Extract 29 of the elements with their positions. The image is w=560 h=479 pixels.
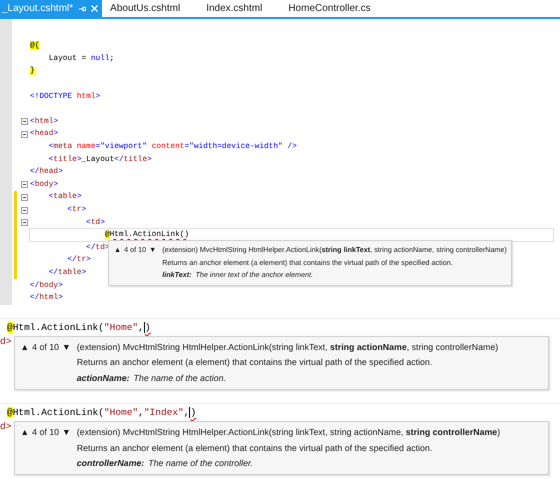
collapse-icon[interactable] <box>21 206 28 214</box>
previous-overload-button[interactable]: ▲ <box>20 340 30 356</box>
pin-icon[interactable] <box>78 4 86 12</box>
collapse-icon[interactable] <box>21 194 28 201</box>
parameter-description: The name of the controller. <box>148 456 254 470</box>
collapse-icon[interactable] <box>21 130 28 138</box>
code-line: @Html.ActionLink("Home",) <box>6 321 152 335</box>
close-icon[interactable] <box>91 5 98 12</box>
method-signature: (extension) MvcHtmlString HtmlHelper.ActionLink(string linkText, string actionName, string controllerName) <box>76 341 500 354</box>
method-description: Returns an anchor element (a element) that contains the virtual path of the specified action. <box>76 356 434 370</box>
method-description: Returns an anchor element (a element) that contains the virtual path of the specified action. <box>76 442 434 455</box>
file-tab[interactable]: HomeController.cs <box>284 0 375 17</box>
method-signature: (extension) MvcHtmlString HtmlHelper.ActionLink(string linkText, string actionName, string controllerName) <box>76 426 502 440</box>
next-overload-button[interactable]: ▼ <box>62 425 71 441</box>
parameter-name: actionName: <box>76 372 130 385</box>
next-overload-button[interactable]: ▼ <box>62 340 71 356</box>
collapse-icon[interactable] <box>21 118 28 126</box>
collapse-icon[interactable] <box>21 219 28 226</box>
previous-overload-button[interactable]: ▲ <box>20 425 30 441</box>
file-tab[interactable]: Index.cshtml <box>202 0 266 17</box>
overload-counter: 4 of 10 <box>32 426 60 440</box>
file-tab[interactable]: AboutUs.cshtml <box>106 0 184 17</box>
collapse-icon[interactable] <box>21 181 28 188</box>
parameter-name: controllerName: <box>76 456 144 470</box>
code-fragment: d> <box>0 421 12 434</box>
code-line: @Html.ActionLink("Home","Index",) <box>6 406 198 420</box>
code-fragment: d> <box>0 336 12 348</box>
parameter-description: The name of the action. <box>134 372 226 385</box>
overload-counter: 4 of 10 <box>32 341 60 354</box>
